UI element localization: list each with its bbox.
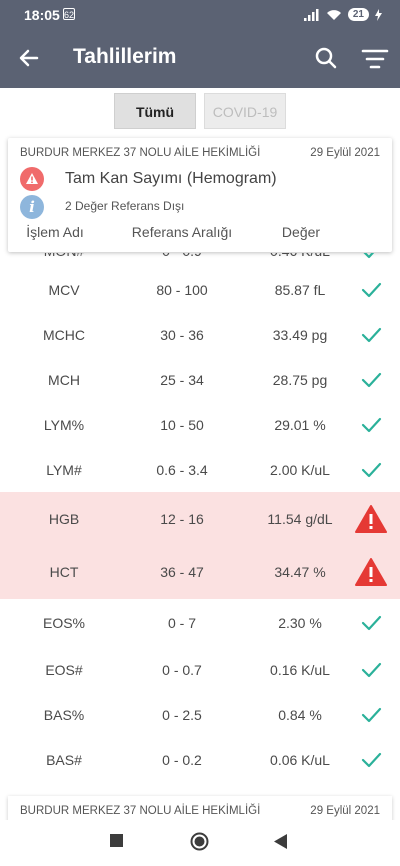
check-icon xyxy=(361,615,382,631)
column-header-value: Değer xyxy=(281,224,321,240)
table-row: MON# 0 - 0.9 0.46 K/uL xyxy=(0,253,400,267)
status-icons: 21 xyxy=(303,8,382,21)
app-bar: Tahlillerim xyxy=(0,28,400,88)
table-row: HGB 12 - 16 11.54 g/dL xyxy=(0,492,400,545)
check-icon xyxy=(361,327,382,342)
row-value: 29.01 % xyxy=(274,416,326,433)
row-reference-range: 0 - 0.9 xyxy=(162,253,202,259)
row-test-name: MON# xyxy=(44,253,84,259)
warning-icon xyxy=(355,558,387,586)
result-date: 29 Eylül 2021 xyxy=(310,147,380,159)
check-icon xyxy=(361,417,382,432)
table-row: EOS# 0 - 0.7 0.16 K/uL xyxy=(0,647,400,692)
home-icon[interactable] xyxy=(190,832,209,851)
notification-icon: 62 xyxy=(63,8,75,20)
check-icon xyxy=(361,282,382,297)
row-reference-range: 80 - 100 xyxy=(156,281,208,298)
table-row: MCHC 30 - 36 33.49 pg xyxy=(0,312,400,357)
warning-icon xyxy=(355,504,387,533)
row-test-name: EOS# xyxy=(45,661,83,678)
row-value: 2.30 % xyxy=(278,615,322,631)
row-test-name: HCT xyxy=(49,564,79,580)
row-value: 33.49 pg xyxy=(272,326,328,343)
status-time: 18:05 xyxy=(24,7,60,23)
navigation-bar xyxy=(0,820,400,866)
row-reference-range: 0.6 - 3.4 xyxy=(156,461,208,478)
row-test-name: LYM% xyxy=(43,416,85,433)
row-reference-range: 0 - 2.5 xyxy=(162,706,202,723)
status-bar: 18:05 62 21 xyxy=(0,0,400,28)
result-date: 29 Eylül 2021 xyxy=(310,805,380,817)
row-test-name: LYM# xyxy=(46,461,82,478)
row-test-name: BAS% xyxy=(43,706,85,723)
recent-apps-icon[interactable] xyxy=(110,834,123,847)
row-reference-range: 10 - 50 xyxy=(160,416,204,433)
row-value: 28.75 pg xyxy=(272,371,328,388)
row-test-name: MCHC xyxy=(43,326,85,343)
result-card[interactable]: BURDUR MERKEZ 37 NOLU AİLE HEKİMLİĞİ 29 … xyxy=(8,138,392,252)
filter-tabs: Tümü COVID-19 xyxy=(0,93,400,129)
row-reference-range: 0 - 0.7 xyxy=(162,661,202,678)
charging-icon xyxy=(375,8,382,21)
check-icon xyxy=(361,707,382,722)
table-row: HCT 36 - 47 34.47 % xyxy=(0,545,400,599)
info-icon: i xyxy=(20,195,44,219)
row-value: 85.87 fL xyxy=(274,281,326,298)
battery-indicator: 21 xyxy=(347,8,369,21)
warning-icon xyxy=(20,167,44,191)
table-row: LYM% 10 - 50 29.01 % xyxy=(0,402,400,447)
row-test-name: EOS% xyxy=(42,615,86,631)
wifi-icon xyxy=(326,9,341,20)
row-value: 0.16 K/uL xyxy=(270,661,330,678)
table-row: MCV 80 - 100 85.87 fL xyxy=(0,267,400,312)
row-test-name: BAS# xyxy=(46,751,82,768)
clinic-name: BURDUR MERKEZ 37 NOLU AİLE HEKİMLİĞİ xyxy=(20,805,261,817)
filter-icon[interactable] xyxy=(361,47,389,71)
row-reference-range: 0 - 0.2 xyxy=(162,751,202,768)
table-row: BAS% 0 - 2.5 0.84 % xyxy=(0,692,400,737)
check-icon xyxy=(361,462,382,477)
page-title: Tahlillerim xyxy=(73,45,177,68)
row-test-name: HGB xyxy=(48,510,80,527)
row-test-name: MCH xyxy=(48,371,80,388)
signal-icon xyxy=(303,8,319,21)
column-header-name: İşlem Adı xyxy=(26,224,84,240)
table-row: BAS# 0 - 0.2 0.06 K/uL xyxy=(0,737,400,782)
row-reference-range: 25 - 34 xyxy=(160,371,204,388)
row-value: 34.47 % xyxy=(274,564,326,580)
table-row: LYM# 0.6 - 3.4 2.00 K/uL xyxy=(0,447,400,492)
search-icon[interactable] xyxy=(313,45,339,71)
table-row: EOS% 0 - 7 2.30 % xyxy=(0,599,400,647)
check-icon xyxy=(361,372,382,387)
tab-all[interactable]: Tümü xyxy=(114,93,196,129)
arrow-left-icon[interactable] xyxy=(16,45,42,71)
tab-covid19[interactable]: COVID-19 xyxy=(204,93,286,129)
clinic-name: BURDUR MERKEZ 37 NOLU AİLE HEKİMLİĞİ xyxy=(20,147,261,159)
row-reference-range: 36 - 47 xyxy=(160,564,204,580)
result-table: MON#0 - 0.90.46 K/uLMCV80 - 10085.87 fLM… xyxy=(0,253,400,793)
check-icon xyxy=(361,752,382,767)
row-value: 11.54 g/dL xyxy=(267,510,333,527)
check-icon xyxy=(363,253,375,259)
back-nav-icon[interactable] xyxy=(274,834,287,849)
row-reference-range: 0 - 7 xyxy=(167,615,197,631)
row-test-name: MCV xyxy=(48,281,80,298)
row-reference-range: 30 - 36 xyxy=(160,326,204,343)
row-value: 0.06 K/uL xyxy=(270,751,330,768)
table-row: MCH 25 - 34 28.75 pg xyxy=(0,357,400,402)
test-name: Tam Kan Sayımı (Hemogram) xyxy=(65,170,277,187)
out-of-range-count: 2 Değer Referans Dışı xyxy=(65,199,185,213)
row-value: 2.00 K/uL xyxy=(270,461,330,478)
row-reference-range: 12 - 16 xyxy=(160,510,204,527)
row-value: 0.84 % xyxy=(278,706,322,723)
check-icon xyxy=(361,662,382,677)
row-value: 0.46 K/uL xyxy=(270,253,330,259)
column-header-range: Referans Aralığı xyxy=(131,224,233,240)
